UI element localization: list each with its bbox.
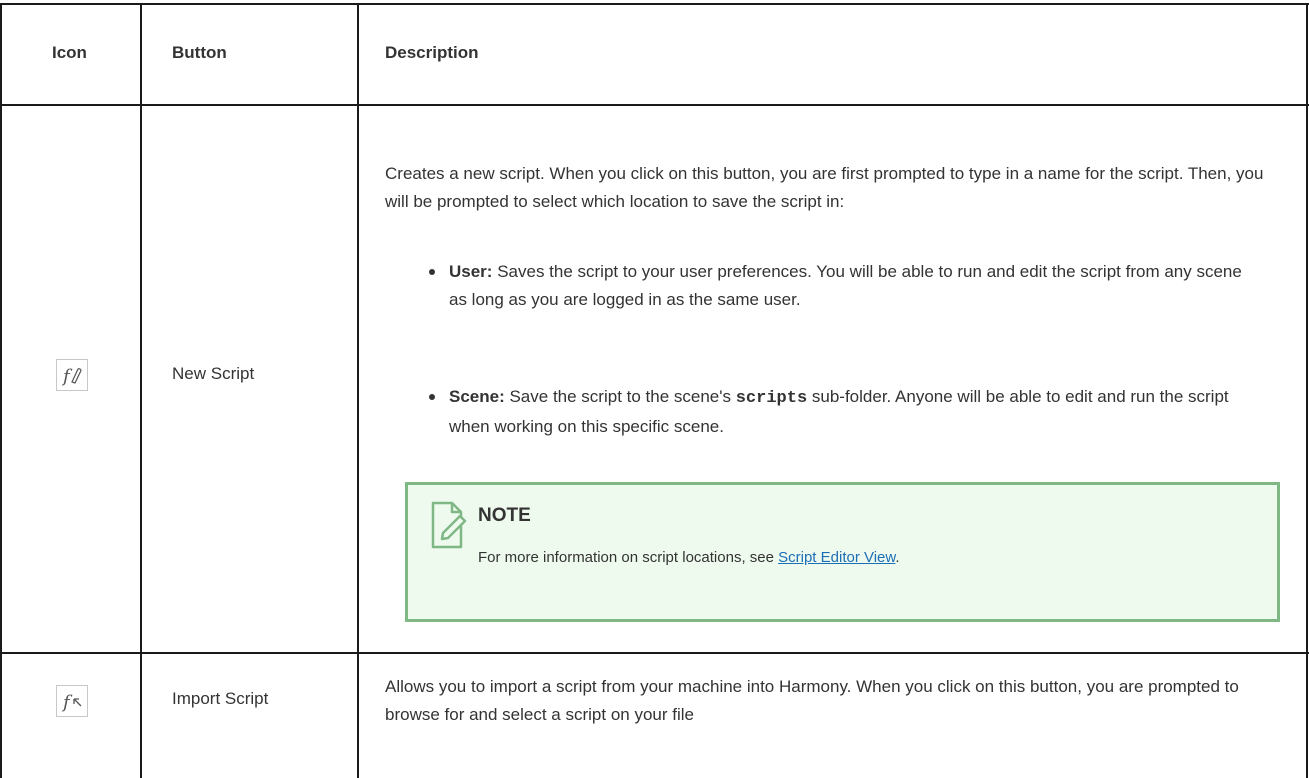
note-title: NOTE [478,505,531,526]
svg-text:f: f [61,692,73,713]
new-script-icon: f [56,359,88,391]
table-top-border [0,3,1309,5]
svg-text:f: f [61,366,73,387]
note-body: For more information on script locations… [478,549,900,566]
user-text: Saves the script to your user preference… [449,262,1242,309]
note-period: . [895,549,900,566]
scene-label: Scene: [449,387,505,406]
list-item-scene-text: Scene: Save the script to the scene's sc… [449,383,1259,441]
list-item-user-text: User: Saves the script to your user pref… [449,258,1259,314]
row-divider [0,652,1309,654]
header-description: Description [385,43,479,62]
user-label: User: [449,262,493,281]
table-right-border [1306,3,1308,778]
import-script-description: Allows you to import a script from your … [385,673,1265,729]
header-bottom-border [0,104,1309,106]
scripts-folder-code: scripts [735,389,808,408]
new-script-description: Creates a new script. When you click on … [385,160,1265,216]
script-editor-view-link[interactable]: Script Editor View [778,549,895,566]
note-body-text: For more information on script locations… [478,549,779,566]
bullet-dot [429,269,435,275]
new-script-description-text: Creates a new script. When you click on … [385,164,1264,211]
header-icon: Icon [52,43,87,62]
import-script-icon: f [56,685,88,717]
bullet-dot [429,394,435,400]
script-buttons-table: Icon Button Description f New Script Cre… [0,0,1309,778]
note-box: NOTE For more information on script loca… [405,482,1280,622]
col-divider-button [357,3,359,778]
scene-text-before: Save the script to the scene's [504,387,736,406]
col-divider-icon [140,3,142,778]
note-pencil-icon [430,501,468,554]
import-script-label: Import Script [172,689,269,708]
new-script-label: New Script [172,364,255,383]
header-button: Button [172,43,227,62]
import-script-description-text: Allows you to import a script from your … [385,677,1239,724]
table-left-border [0,3,2,778]
